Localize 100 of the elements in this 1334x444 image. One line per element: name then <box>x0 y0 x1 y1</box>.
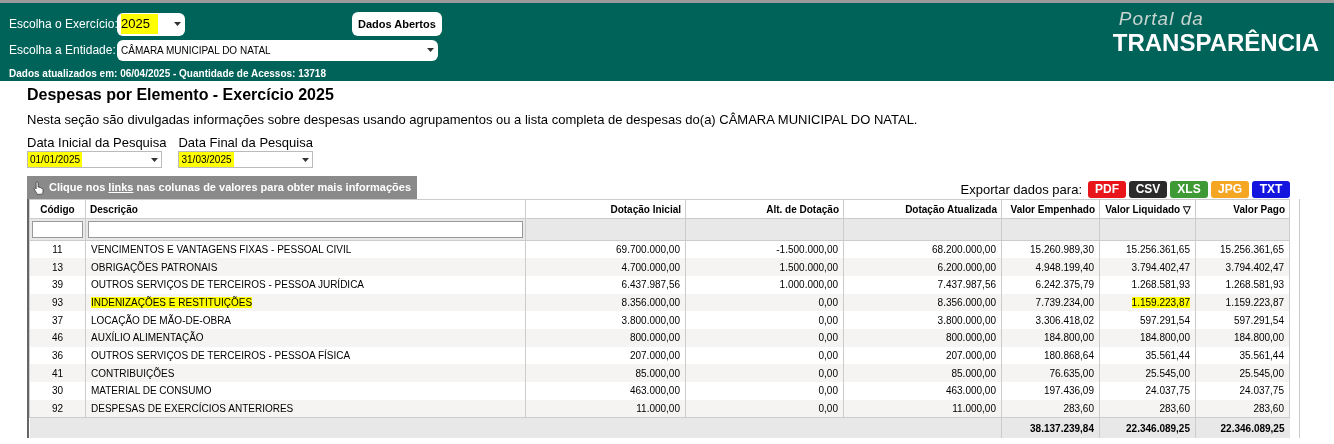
table-cell[interactable]: 24.037,75 <box>1239 385 1284 397</box>
table-cell[interactable]: 207.000,00 <box>629 349 680 361</box>
table-cell[interactable]: 184.800,00 <box>1043 332 1094 344</box>
table-cell[interactable]: 197.436,09 <box>1043 385 1094 397</box>
table-cell: CONTRIBUIÇÕES <box>91 367 175 379</box>
table-cell[interactable]: 184.800,00 <box>1139 332 1190 344</box>
table-cell[interactable]: 6.437.987,56 <box>621 279 680 291</box>
date-label: Data Final da Pesquisa <box>178 135 314 151</box>
date-select[interactable]: 31/03/2025 <box>178 151 314 168</box>
table-cell: INDENIZAÇÕES E RESTITUIÇÕES <box>91 296 253 308</box>
caret-icon <box>302 157 310 162</box>
portal-logo: Portal da TRANSPARÊNCIA <box>1112 7 1320 58</box>
table-cell: MATERIAL DE CONSUMO <box>91 385 212 397</box>
table-cell[interactable]: 8.356.000,00 <box>621 296 680 308</box>
total-cell: 22.346.089,25 <box>1126 422 1190 434</box>
table-cell[interactable]: 85.000,00 <box>951 367 996 379</box>
table-cell[interactable]: 68.200.000,00 <box>932 244 996 256</box>
table-cell[interactable]: 180.868,64 <box>1043 349 1094 361</box>
table-cell[interactable]: 69.700.000,00 <box>616 244 680 256</box>
date-select[interactable]: 01/01/2025 <box>27 151 162 168</box>
filter-field[interactable] <box>32 221 83 238</box>
caret-icon <box>174 22 181 26</box>
table-cell: 93 <box>51 296 64 308</box>
table-cell[interactable]: 597.291,54 <box>1139 314 1190 326</box>
column-header[interactable]: Valor Liquidado ▽ <box>1099 199 1196 219</box>
table-cell[interactable]: 0,00 <box>818 332 838 344</box>
table-cell: OUTROS SERVIÇOS DE TERCEIROS - PESSOA FÍSICA <box>91 349 351 361</box>
export-button[interactable]: XLS <box>1170 180 1208 198</box>
table-cell[interactable]: 1.159.223,87 <box>1131 296 1190 308</box>
table-cell[interactable]: 11.000,00 <box>952 402 996 414</box>
column-header[interactable]: Valor Pago <box>1195 199 1290 219</box>
table-cell[interactable]: 463.000,00 <box>945 385 996 397</box>
caret-icon <box>427 48 434 52</box>
table-cell[interactable]: 15.256.361,65 <box>1220 244 1284 256</box>
table-cell[interactable]: 24.037,75 <box>1145 385 1190 397</box>
table-cell[interactable]: 7.437.987,56 <box>937 279 996 291</box>
page-title: Despesas por Elemento - Exercício 2025 <box>27 85 335 105</box>
table-cell[interactable]: 11.000,00 <box>636 402 680 414</box>
table-cell[interactable]: 25.545,00 <box>1145 367 1190 379</box>
table-cell[interactable]: 4.700.000,00 <box>621 261 680 273</box>
table-cell[interactable]: 283,60 <box>1063 402 1094 414</box>
table-cell: 11 <box>52 244 63 256</box>
table-cell[interactable]: 207.000,00 <box>945 349 996 361</box>
table-cell[interactable]: 0,00 <box>818 314 838 326</box>
table-cell[interactable]: 35.561,44 <box>1145 349 1190 361</box>
column-header[interactable]: Descrição <box>85 199 526 219</box>
table-cell[interactable]: 15.260.989,30 <box>1030 244 1094 256</box>
table-cell[interactable]: 0,00 <box>818 367 838 379</box>
export-button[interactable]: PDF <box>1088 180 1126 198</box>
table-cell[interactable]: 25.545,00 <box>1239 367 1284 379</box>
table-cell[interactable]: 6.242.375,79 <box>1035 279 1094 291</box>
column-header[interactable]: Dotação Atualizada <box>843 199 1002 219</box>
table-cell[interactable]: 800.000,00 <box>629 332 680 344</box>
table-cell[interactable]: 463.000,00 <box>629 385 680 397</box>
table-cell[interactable]: 283,60 <box>1159 402 1190 414</box>
column-header[interactable]: Alt. de Dotação <box>685 199 844 219</box>
table-cell[interactable]: 800.000,00 <box>945 332 996 344</box>
year-select[interactable]: 2025 <box>117 12 185 36</box>
table-cell[interactable]: 3.306.418,02 <box>1035 314 1094 326</box>
filter-field[interactable] <box>88 221 523 238</box>
table-cell[interactable]: 1.500.000,00 <box>779 261 838 273</box>
table-cell[interactable]: 1.159.223,87 <box>1225 296 1284 308</box>
table-cell[interactable]: 597.291,54 <box>1233 314 1284 326</box>
table-cell[interactable]: 0,00 <box>818 385 838 397</box>
update-info: Dados atualizados em: 06/04/2025 - Quantidade de Acessos: 13718 <box>9 67 327 81</box>
table-cell[interactable]: 3.794.402,47 <box>1225 261 1284 273</box>
entity-select[interactable]: CÂMARA MUNICIPAL DO NATAL <box>117 39 438 61</box>
table-cell[interactable]: 184.800,00 <box>1233 332 1284 344</box>
table-cell[interactable]: 3.800.000,00 <box>937 314 996 326</box>
table-cell[interactable]: -1.500.000,00 <box>776 244 838 256</box>
table-cell[interactable]: 283,60 <box>1253 402 1284 414</box>
export-button[interactable]: CSV <box>1129 180 1167 198</box>
table-cell[interactable]: 6.200.000,00 <box>937 261 996 273</box>
column-header[interactable]: Dotação Inicial <box>525 199 686 219</box>
table-cell[interactable]: 85.000,00 <box>635 367 680 379</box>
table-cell[interactable]: 35.561,44 <box>1239 349 1284 361</box>
table-cell[interactable]: 76.635,00 <box>1049 367 1094 379</box>
table-cell[interactable]: 3.800.000,00 <box>621 314 680 326</box>
table-cell[interactable]: 8.356.000,00 <box>937 296 996 308</box>
table-cell[interactable]: 7.739.234,00 <box>1035 296 1094 308</box>
table-cell[interactable]: 15.256.361,65 <box>1126 244 1190 256</box>
table-cell: 39 <box>51 279 64 291</box>
table-cell[interactable]: 1.000.000,00 <box>779 279 838 291</box>
table-cell[interactable]: 0,00 <box>818 402 838 414</box>
table-cell[interactable]: 1.268.581,93 <box>1225 279 1284 291</box>
export-button[interactable]: TXT <box>1252 180 1290 198</box>
caret-icon <box>151 157 158 162</box>
open-data-button[interactable]: Dados Abertos <box>352 12 442 36</box>
table-cell: 41 <box>51 367 64 379</box>
column-header[interactable]: Valor Empenhado <box>1001 199 1100 219</box>
table-cell[interactable]: 0,00 <box>818 349 838 361</box>
column-header[interactable]: Código <box>29 199 86 219</box>
table-cell[interactable]: 3.794.402,47 <box>1131 261 1190 273</box>
table-cell: 36 <box>51 349 64 361</box>
table-cell[interactable]: 1.268.581,93 <box>1131 279 1190 291</box>
year-label: Escolha o Exercício: <box>9 16 117 33</box>
table-cell[interactable]: 4.948.199,40 <box>1035 261 1094 273</box>
table-cell: OBRIGAÇÕES PATRONAIS <box>91 261 218 273</box>
table-cell[interactable]: 0,00 <box>818 296 838 308</box>
export-label: Exportar dados para: <box>960 180 1082 199</box>
